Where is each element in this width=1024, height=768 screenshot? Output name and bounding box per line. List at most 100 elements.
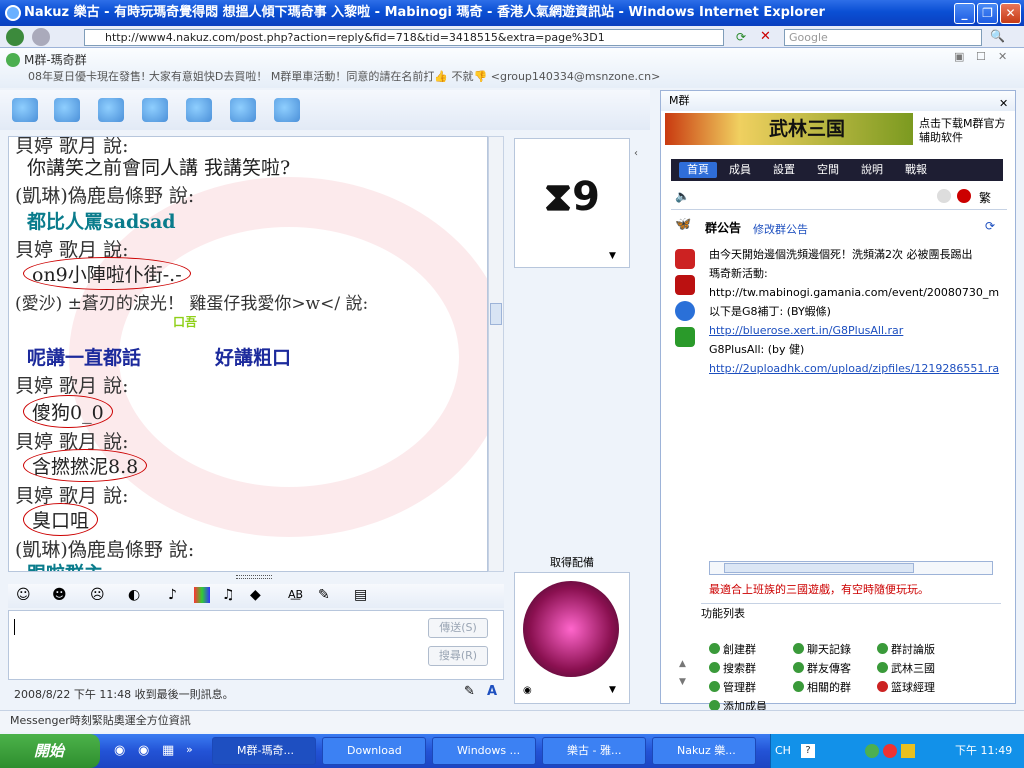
tab-battle-report[interactable]: 戰報 (897, 162, 935, 178)
tab-space[interactable]: 空間 (809, 162, 847, 178)
refresh-notice-icon[interactable]: ⟳ (985, 219, 995, 233)
fn-manage-group[interactable]: 管理群 (709, 679, 756, 695)
back-icon[interactable] (6, 28, 24, 46)
window-close-icon[interactable]: ✕ (998, 50, 1007, 63)
text-mode-icon[interactable]: A (487, 684, 497, 699)
search-input[interactable]: Google (784, 29, 982, 46)
fn-group-blog[interactable]: 群友傳客 (793, 660, 851, 676)
promo-text[interactable]: 最適合上班族的三國遊戲，有空時隨便玩玩。 (709, 581, 929, 597)
fn-related-groups[interactable]: 相關的群 (793, 679, 851, 695)
refresh-icon[interactable]: ⟳ (736, 30, 746, 44)
background-icon[interactable] (194, 587, 210, 603)
emoticon-icon[interactable]: ☺ (16, 587, 31, 603)
tab-members[interactable]: 成員 (721, 162, 759, 178)
messenger-tray-icon[interactable] (865, 744, 879, 758)
clock[interactable]: 下午 11:49 (955, 734, 1012, 768)
stop-icon[interactable]: ✕ (760, 29, 771, 44)
close-button[interactable]: ✕ (1000, 3, 1021, 24)
divider (671, 209, 1007, 210)
my-display-picture[interactable]: ◉ ▼ (514, 572, 630, 704)
chevron-down-icon[interactable]: ▼ (609, 251, 616, 261)
warning-icon[interactable] (901, 744, 915, 758)
task-download[interactable]: Download (322, 737, 426, 765)
notice-link[interactable]: http://2uploadhk.com/upload/zipfiles/121… (709, 359, 999, 378)
tray-icon[interactable] (883, 744, 897, 758)
download-link[interactable]: 点击下载M群官方辅助软件 (919, 117, 1009, 145)
contact-display-picture[interactable]: ⧗9 ▼ (514, 138, 630, 268)
fn-create-group[interactable]: 創建群 (709, 641, 756, 657)
sidebar-icon-1[interactable] (675, 249, 695, 269)
game-banner[interactable]: 武林三国 (665, 113, 913, 145)
quicklaunch-icon[interactable]: ◉ (138, 743, 149, 758)
invite-contact-icon[interactable] (12, 98, 38, 122)
send-button[interactable]: 傳送(S) (428, 618, 488, 638)
search-icon[interactable]: 🔍 (990, 29, 1005, 43)
webcam-icon[interactable]: ◉ (523, 685, 532, 696)
hscroll-thumb[interactable] (724, 563, 914, 573)
task-windows[interactable]: Windows ... (432, 737, 536, 765)
handwriting-icon[interactable]: ✎ (318, 587, 330, 603)
fn-group-forum[interactable]: 群討論版 (877, 641, 935, 657)
search-button[interactable]: 搜尋(R) (428, 646, 488, 666)
chat-scrollbar[interactable] (488, 136, 504, 572)
quicklaunch-icon[interactable]: ◉ (114, 743, 125, 758)
notice-hscrollbar[interactable] (709, 561, 993, 575)
url-field[interactable]: http://www4.nakuz.com/post.php?action=re… (84, 29, 724, 46)
scroll-thumb[interactable] (490, 303, 502, 325)
bulb-icon[interactable] (937, 189, 951, 203)
messenger-footer[interactable]: Messenger時刻緊貼奧運全方位資訊 (0, 710, 1024, 732)
fn-search-group[interactable]: 搜索群 (709, 660, 756, 676)
music-icon[interactable]: ♫ (222, 587, 235, 603)
traditional-icon[interactable]: 繁 (979, 189, 991, 206)
collapse-arrow-icon[interactable]: ‹ (634, 148, 638, 159)
task-nakuz-yahoo[interactable]: 樂古 - 雅... (542, 737, 646, 765)
handwrite-icon[interactable]: ✎ (464, 684, 475, 699)
notice-link[interactable]: http://bluerose.xert.in/G8PlusAll.rar (709, 321, 999, 340)
gift-icon[interactable]: ♪ (168, 587, 177, 603)
language-indicator[interactable]: CH (775, 734, 791, 768)
wink-icon[interactable]: ☻ (52, 587, 67, 603)
games-icon[interactable] (230, 98, 256, 122)
phone-call-icon[interactable] (142, 98, 168, 122)
tab-home[interactable]: 首頁 (679, 162, 717, 178)
info-icon[interactable] (675, 301, 695, 321)
edit-notice-link[interactable]: 修改群公告 (753, 221, 808, 237)
fn-chat-history[interactable]: 聊天記錄 (793, 641, 851, 657)
task-nakuz[interactable]: Nakuz 樂... (652, 737, 756, 765)
share-files-icon[interactable] (54, 98, 80, 122)
chat-message: 都比人罵sadsad (27, 211, 176, 233)
quicklaunch-icon[interactable]: ▦ (162, 743, 174, 758)
minimize-button[interactable]: _ (954, 3, 975, 24)
scroll-up-icon[interactable]: ▲ (679, 659, 686, 669)
window-menu-icon[interactable]: ▣ (954, 50, 964, 63)
activities-icon[interactable] (186, 98, 212, 122)
tab-settings[interactable]: 設置 (765, 162, 803, 178)
help-icon[interactable]: ? (801, 744, 815, 758)
fn-wulin[interactable]: 武林三國 (877, 660, 935, 676)
resize-grip[interactable] (236, 575, 272, 579)
scroll-down-icon[interactable]: ▼ (679, 677, 686, 687)
screen-share-icon[interactable]: ▤ (354, 587, 367, 603)
panel-close-icon[interactable]: ✕ (999, 94, 1008, 114)
block-icon[interactable] (274, 98, 300, 122)
nudge-icon[interactable]: ☹ (90, 587, 105, 603)
game-icon[interactable]: ◆ (250, 587, 261, 603)
forward-icon[interactable] (32, 28, 50, 46)
start-button[interactable]: 開始 (0, 734, 100, 768)
task-messenger[interactable]: M群-瑪奇... (212, 737, 316, 765)
maximize-button[interactable]: ❐ (977, 3, 998, 24)
sidebar-icon-4[interactable] (675, 327, 695, 347)
font-icon[interactable]: A͟B (288, 588, 303, 601)
fn-basketball[interactable]: 篮球經理 (877, 679, 935, 695)
window-restore-icon[interactable]: ☐ (976, 50, 986, 63)
speaker-icon[interactable]: 🔈 (675, 189, 690, 203)
tab-help[interactable]: 說明 (853, 162, 891, 178)
chevron-down-icon[interactable]: ▼ (609, 685, 616, 695)
expand-icon[interactable]: » (186, 743, 193, 756)
voice-clip-icon[interactable]: ◐ (128, 587, 140, 603)
ie-title-bar: Nakuz 樂古 - 有時玩瑪奇覺得悶 想搵人傾下瑪奇事 入黎啦 - Mabin… (0, 0, 1024, 26)
red-icon[interactable] (957, 189, 971, 203)
sidebar-icon-2[interactable] (675, 275, 695, 295)
video-call-icon[interactable] (98, 98, 124, 122)
chat-message: on9小陣啦仆街-.- (23, 257, 191, 290)
